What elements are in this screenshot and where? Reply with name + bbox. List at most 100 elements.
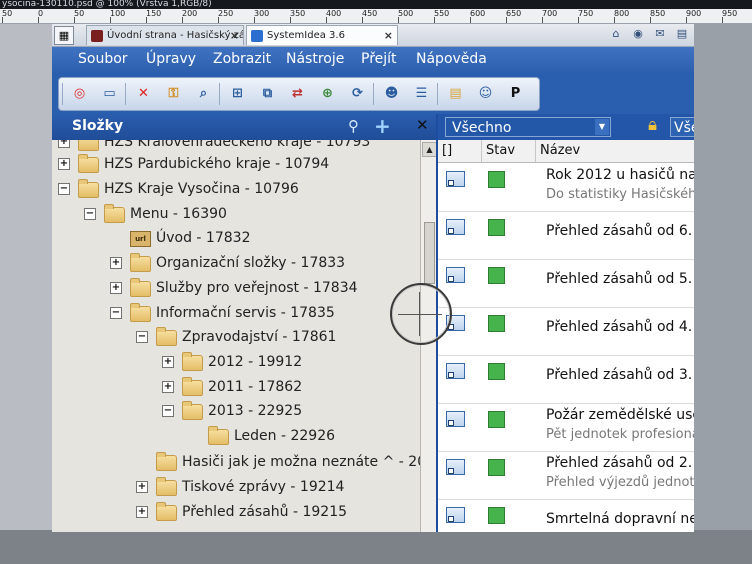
filter-select[interactable]: Všechno ▼ <box>445 117 611 137</box>
folder-icon <box>182 352 203 371</box>
tree-scrollbar[interactable]: ▲ <box>420 140 437 532</box>
menu-zobrazit[interactable]: Zobrazit <box>213 51 271 67</box>
tab-grid-icon[interactable]: ▦ <box>54 26 74 45</box>
ruler-tick <box>254 17 255 23</box>
tree-node[interactable]: − 2013 - 22925 <box>52 400 420 422</box>
scroll-up-icon[interactable]: ▲ <box>422 142 437 157</box>
column-select[interactable]: [] <box>438 140 482 162</box>
window-icon[interactable]: ▭ <box>99 83 120 104</box>
menu-soubor[interactable]: Soubor <box>78 51 128 67</box>
add-item-icon[interactable]: ⊕ <box>317 83 338 104</box>
tree-node[interactable]: − Menu - 16390 <box>52 203 420 225</box>
group-icon[interactable]: ☺ <box>475 83 496 104</box>
tree-node[interactable]: − HZS Kraje Vysočina - 10796 <box>52 178 420 200</box>
column-stav[interactable]: Stav <box>482 140 536 162</box>
page-shortcut-icon <box>446 267 465 283</box>
content-row[interactable]: Požár zemědělské usedlosti Pět jednotek p… <box>438 403 694 452</box>
publish-icon[interactable]: P <box>505 83 526 104</box>
collapse-icon[interactable]: − <box>136 331 148 343</box>
tab-uvodni-strana[interactable]: Úvodní strana - Hasičský zác... × <box>86 25 244 45</box>
tree-node[interactable]: + Tiskové zprávy - 19214 <box>52 476 420 498</box>
chevron-down-icon[interactable]: ▼ <box>595 119 609 135</box>
column-nazev[interactable]: Název <box>536 140 694 162</box>
close-icon[interactable]: × <box>384 26 393 45</box>
tree-node[interactable]: − Zpravodajství - 17861 <box>52 326 420 348</box>
expand-icon[interactable]: + <box>162 356 174 368</box>
tree-node[interactable]: + Přehled zásahů - 19215 <box>52 501 420 523</box>
horizontal-ruler: 50 0 50 100 150 200 250 300 350 400 450 500 550 600 65… <box>0 9 752 24</box>
tree-node[interactable]: + HZS Pardubického kraje - 10794 <box>52 153 420 175</box>
tree-node[interactable]: + HZS Královéhradeckého kraje - 10793 <box>52 140 420 153</box>
collapse-icon[interactable]: − <box>110 307 122 319</box>
menu-upravy[interactable]: Úpravy <box>146 51 196 67</box>
expand-icon[interactable]: + <box>58 140 70 148</box>
content-row[interactable]: Přehled zásahů od 3. ledna <box>438 355 694 404</box>
content-list: Rok 2012 u hasičů na Vysočině Do statisti… <box>438 163 694 532</box>
toolbar-separator <box>219 83 220 105</box>
list-icon[interactable]: ☰ <box>411 83 432 104</box>
rss-icon[interactable]: ◉ <box>630 26 646 42</box>
content-pane: Všechno ▼ 🔒︎ Vše [] Stav Název Rok 2012 … <box>436 114 694 532</box>
expand-icon[interactable]: + <box>58 158 70 170</box>
tree-node[interactable]: url Úvod - 17832 <box>52 227 420 249</box>
browser-window: ▦ Úvodní strana - Hasičský zác... × Syst… <box>52 24 694 532</box>
tree-node[interactable]: − Informační servis - 17835 <box>52 302 420 324</box>
new-folder-icon[interactable]: ▤ <box>445 83 466 104</box>
expand-icon[interactable]: + <box>136 506 148 518</box>
refresh-page-icon[interactable]: ⟳ <box>347 83 368 104</box>
browser-tab-bar: ▦ Úvodní strana - Hasičský zác... × Syst… <box>52 24 694 47</box>
mail-icon[interactable]: ✉ <box>652 26 668 42</box>
tab-systemidea[interactable]: SystemIdea 3.6 × <box>246 25 398 45</box>
menu-bar: Soubor Úpravy Zobrazit Nástroje Přejít N… <box>52 47 694 73</box>
content-row[interactable]: Přehled zásahů od 4. ledna <box>438 307 694 356</box>
content-row[interactable]: Smrtelná dopravní nehoda <box>438 499 694 532</box>
expand-icon[interactable]: + <box>162 381 174 393</box>
preview-icon[interactable]: ⌕ <box>193 83 214 104</box>
collapse-icon[interactable]: − <box>58 183 70 195</box>
print-icon[interactable]: ▤ <box>674 26 690 42</box>
tree-node-label: Organizační složky - 17833 <box>156 255 346 271</box>
scroll-thumb[interactable] <box>424 222 435 284</box>
url-icon: url <box>130 231 151 247</box>
content-row[interactable]: Přehled zásahů od 6. ledna <box>438 211 694 260</box>
close-icon[interactable]: ✕ <box>416 116 429 134</box>
lock-icon[interactable]: 🔒︎ <box>648 115 657 135</box>
folder-icon <box>208 426 229 445</box>
expand-icon[interactable]: + <box>110 257 122 269</box>
toolbar-grip[interactable] <box>62 83 63 105</box>
ruler-tick <box>506 17 507 23</box>
delete-icon[interactable]: ✕ <box>133 83 154 104</box>
ruler-tick-label: 800 <box>614 9 630 18</box>
copy-page-icon[interactable]: ⧉ <box>257 83 278 104</box>
secondary-filter-select[interactable]: Vše <box>670 117 694 137</box>
tree-node[interactable]: Hasiči jak je možna neznáte ^ - 20502 <box>52 451 420 473</box>
menu-napoveda[interactable]: Nápověda <box>416 51 487 67</box>
tree-node-label: Přehled zásahů - 19215 <box>182 504 348 520</box>
menu-prejit[interactable]: Přejít <box>361 51 397 67</box>
content-row[interactable]: Přehled zásahů od 2. ledna Přehled výjezd… <box>438 451 694 500</box>
tree-node[interactable]: + Organizační složky - 17833 <box>52 252 420 274</box>
expand-icon[interactable]: + <box>136 481 148 493</box>
move-page-icon[interactable]: ⇄ <box>287 83 308 104</box>
add-icon[interactable]: + <box>374 114 391 138</box>
users-icon[interactable]: ☻ <box>381 83 402 104</box>
tree-node[interactable]: +2011 - 17862 <box>52 376 420 398</box>
page-shortcut-icon <box>446 363 465 379</box>
add-page-icon[interactable]: ⊞ <box>227 83 248 104</box>
collapse-icon[interactable]: − <box>162 405 174 417</box>
content-row[interactable]: Přehled zásahů od 5. ledna <box>438 259 694 308</box>
lock-icon[interactable]: ⚿ <box>163 83 184 104</box>
ruler-tick-label: 300 <box>254 9 270 18</box>
tree-node[interactable]: Leden - 22926 <box>52 425 420 447</box>
menu-nastroje[interactable]: Nástroje <box>286 51 344 67</box>
stop-icon[interactable]: ◎ <box>69 83 90 104</box>
search-icon[interactable]: ⚲ <box>348 117 359 135</box>
home-icon[interactable]: ⌂ <box>608 26 624 42</box>
content-row[interactable]: Rok 2012 u hasičů na Vysočině Do statisti… <box>438 163 694 212</box>
expand-icon[interactable]: + <box>110 282 122 294</box>
ruler-tick-label: 750 <box>578 9 594 18</box>
tree-node[interactable]: +2012 - 19912 <box>52 351 420 373</box>
collapse-icon[interactable]: − <box>84 208 96 220</box>
close-icon[interactable]: × <box>230 26 239 45</box>
tree-node[interactable]: + Služby pro veřejnost - 17834 <box>52 277 420 299</box>
